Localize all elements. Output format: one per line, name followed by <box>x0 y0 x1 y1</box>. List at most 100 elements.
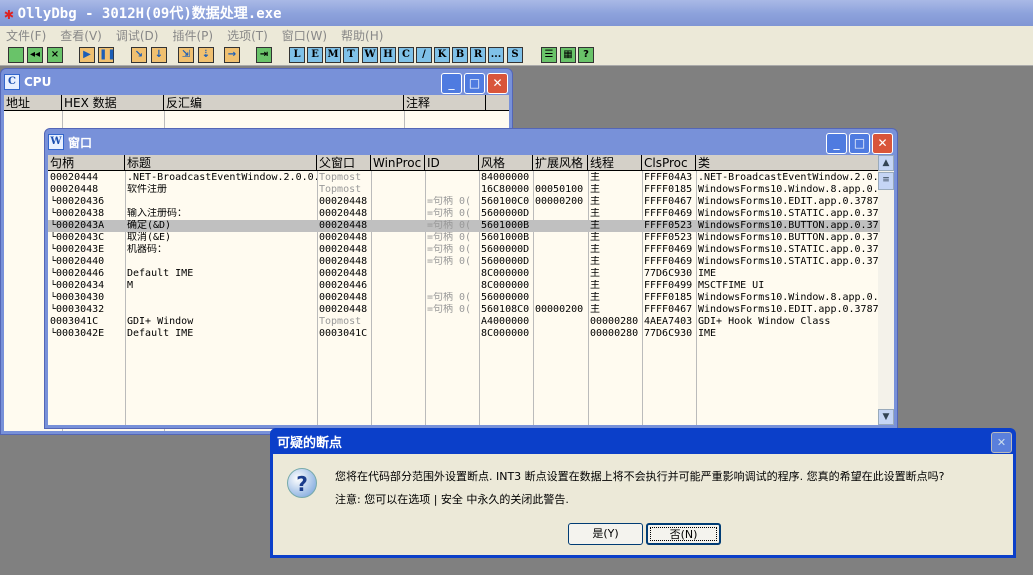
cell-style: 5601000B <box>481 220 530 231</box>
source-button[interactable]: S <box>507 47 523 63</box>
cell-exstyle: 00000200 <box>535 304 584 315</box>
patches-button[interactable]: / <box>416 47 432 63</box>
vertical-scrollbar[interactable]: ▲ ≡ ▼ <box>878 155 894 425</box>
maximize-button[interactable]: □ <box>464 73 485 94</box>
cell-class: WindowsForms10.STATIC.app.0.37 <box>698 244 879 255</box>
handles-button[interactable]: H <box>380 47 396 63</box>
table-row[interactable]: └0002043A 确定(&D) 00020448 =句柄 0(5601000B 主 FF… <box>48 220 880 232</box>
close-button[interactable]: ✕ <box>872 133 893 154</box>
table-row[interactable]: └0003042E Default IME 0003041C 8C000000 0000… <box>48 328 880 340</box>
restart-button[interactable]: ◂◂ <box>27 47 43 63</box>
step-into-button[interactable]: ↘ <box>131 47 147 63</box>
minimize-button[interactable]: _ <box>826 133 847 154</box>
column-header-hex[interactable]: HEX 数据 <box>62 95 164 111</box>
execute-till-return-button[interactable]: → <box>224 47 240 63</box>
column-header-thread[interactable]: 线程 <box>588 155 642 171</box>
options-button[interactable]: ☰ <box>541 47 557 63</box>
menu-item[interactable]: 查看(V) <box>60 27 102 44</box>
pause-button[interactable]: ❚❚ <box>98 47 116 63</box>
menu-item[interactable]: 窗口(W) <box>282 27 327 44</box>
step-over-button[interactable]: ↓ <box>151 47 167 63</box>
column-header-clsproc[interactable]: ClsProc <box>642 155 696 171</box>
table-row[interactable]: 00020448 软件注册 Topmost 16C80000 00050100 主 FFFF… <box>48 184 880 196</box>
menu-bar: 文件(F) 查看(V) 调试(D) 插件(P) 选项(T) 窗口(W) 帮助(H) <box>0 26 1033 44</box>
column-header-exstyle[interactable]: 扩展风格 <box>533 155 588 171</box>
cell-id: =句柄 0( <box>427 292 472 303</box>
cell-style: 560108C0 <box>481 304 530 315</box>
cell-handle: └00020434 <box>50 280 105 291</box>
column-header-parent[interactable]: 父窗口 <box>317 155 371 171</box>
windows-window-title: 窗口 <box>68 135 93 150</box>
modules-button[interactable]: E <box>307 47 323 63</box>
cpu-icon: C <box>402 49 410 60</box>
table-row[interactable]: └00020434 M 00020446 8C000000 主 FFFF0499 MSCTF… <box>48 280 880 292</box>
scroll-thumb[interactable]: ≡ <box>878 172 894 190</box>
column-header-title[interactable]: 标题 <box>125 155 317 171</box>
table-row[interactable]: └00020438 输入注册码： 00020448 =句柄 0(5600000D 主 FF… <box>48 208 880 220</box>
goto-button[interactable]: ⇥ <box>256 47 272 63</box>
cpu-button[interactable]: C <box>398 47 414 63</box>
cell-thread: 主 <box>590 256 600 267</box>
scroll-down-button[interactable]: ▼ <box>878 409 894 425</box>
run-button[interactable]: ▶ <box>79 47 95 63</box>
trace-into-button[interactable]: ⇲ <box>178 47 194 63</box>
table-row[interactable]: └00020436 00020448 =句柄 0(560100C0 00000200 主… <box>48 196 880 208</box>
cell-id: =句柄 0( <box>427 220 472 231</box>
windows-button[interactable]: W <box>362 47 378 63</box>
table-row[interactable]: └00030432 00020448 =句柄 0(560108C0 00000200 主… <box>48 304 880 316</box>
menu-item[interactable]: 调试(D) <box>116 27 159 44</box>
table-row[interactable]: └00020446 Default IME 00020448 8C000000 主 77D… <box>48 268 880 280</box>
yes-button[interactable]: 是(Y) <box>568 523 643 545</box>
callstack-icon: K <box>437 49 447 60</box>
cell-id <box>425 328 479 340</box>
menu-item[interactable]: 选项(T) <box>227 27 268 44</box>
cpu-window-title: CPU <box>24 75 52 89</box>
step-over-icon: ↓ <box>154 49 164 60</box>
callstack-button[interactable]: K <box>434 47 450 63</box>
close-button[interactable]: ✕ <box>487 73 508 94</box>
column-header-disasm[interactable]: 反汇编 <box>164 95 404 111</box>
memory-button[interactable]: M <box>325 47 341 63</box>
close-button[interactable]: × <box>47 47 63 63</box>
cell-handle: └00020436 <box>50 196 105 207</box>
log-button[interactable]: L <box>289 47 305 63</box>
table-row[interactable]: └0002043C 取消(&E) 00020448 =句柄 0(5601000B 主 FF… <box>48 232 880 244</box>
cell-exstyle <box>533 316 588 328</box>
cell-class: WindowsForms10.EDIT.app.0.3787 <box>698 304 879 315</box>
run-trace-button[interactable]: ... <box>488 47 504 63</box>
table-row[interactable]: 00020444 .NET-BroadcastEventWindow.2.0.0.… <box>48 172 880 184</box>
column-header-class[interactable]: 类 <box>696 155 880 171</box>
cell-exstyle <box>533 208 588 220</box>
maximize-button[interactable]: □ <box>849 133 870 154</box>
column-header-winproc[interactable]: WinProc <box>371 155 425 171</box>
menu-item[interactable]: 文件(F) <box>6 27 46 44</box>
table-row[interactable]: 0003041C GDI+ Window Topmost A4000000 000002… <box>48 316 880 328</box>
menu-item[interactable]: 插件(P) <box>172 27 213 44</box>
table-row[interactable]: └00030430 00020448 =句柄 0(56000000 主 FFFF0185… <box>48 292 880 304</box>
column-header-handle[interactable]: 句柄 <box>48 155 125 171</box>
trace-over-button[interactable]: ⇣ <box>198 47 214 63</box>
table-row[interactable]: └0002043E 机器码： 00020448 =句柄 0(5600000D 主 FFFF… <box>48 244 880 256</box>
appearance-button[interactable]: ▦ <box>560 47 576 63</box>
dialog-close-button[interactable]: ✕ <box>991 432 1012 453</box>
windows-list[interactable]: 句柄 标题 父窗口 WinProc ID 风格 扩展风格 线程 ClsProc 类 ▲ ≡ ▼ 0… <box>48 155 894 425</box>
cell-winproc <box>371 208 425 220</box>
column-header-comment[interactable]: 注释 <box>404 95 486 111</box>
scroll-up-button[interactable]: ▲ <box>878 155 894 171</box>
table-row[interactable]: └00020440 00020448 =句柄 0(5600000D 主 FFFF0469… <box>48 256 880 268</box>
windows-window-icon: W <box>48 134 64 150</box>
cell-winproc <box>371 196 425 208</box>
menu-item[interactable]: 帮助(H) <box>341 27 383 44</box>
references-button[interactable]: R <box>470 47 486 63</box>
column-header-address[interactable]: 地址 <box>4 95 62 111</box>
threads-button[interactable]: T <box>343 47 359 63</box>
no-button[interactable]: 否(N) <box>646 523 721 545</box>
breakpoints-button[interactable]: B <box>452 47 468 63</box>
column-header-id[interactable]: ID <box>425 155 479 171</box>
cell-id: =句柄 0( <box>427 304 472 315</box>
column-header-style[interactable]: 风格 <box>479 155 533 171</box>
open-button[interactable] <box>8 47 24 63</box>
cell-title <box>125 196 317 208</box>
help-button[interactable]: ? <box>578 47 594 63</box>
minimize-button[interactable]: _ <box>441 73 462 94</box>
